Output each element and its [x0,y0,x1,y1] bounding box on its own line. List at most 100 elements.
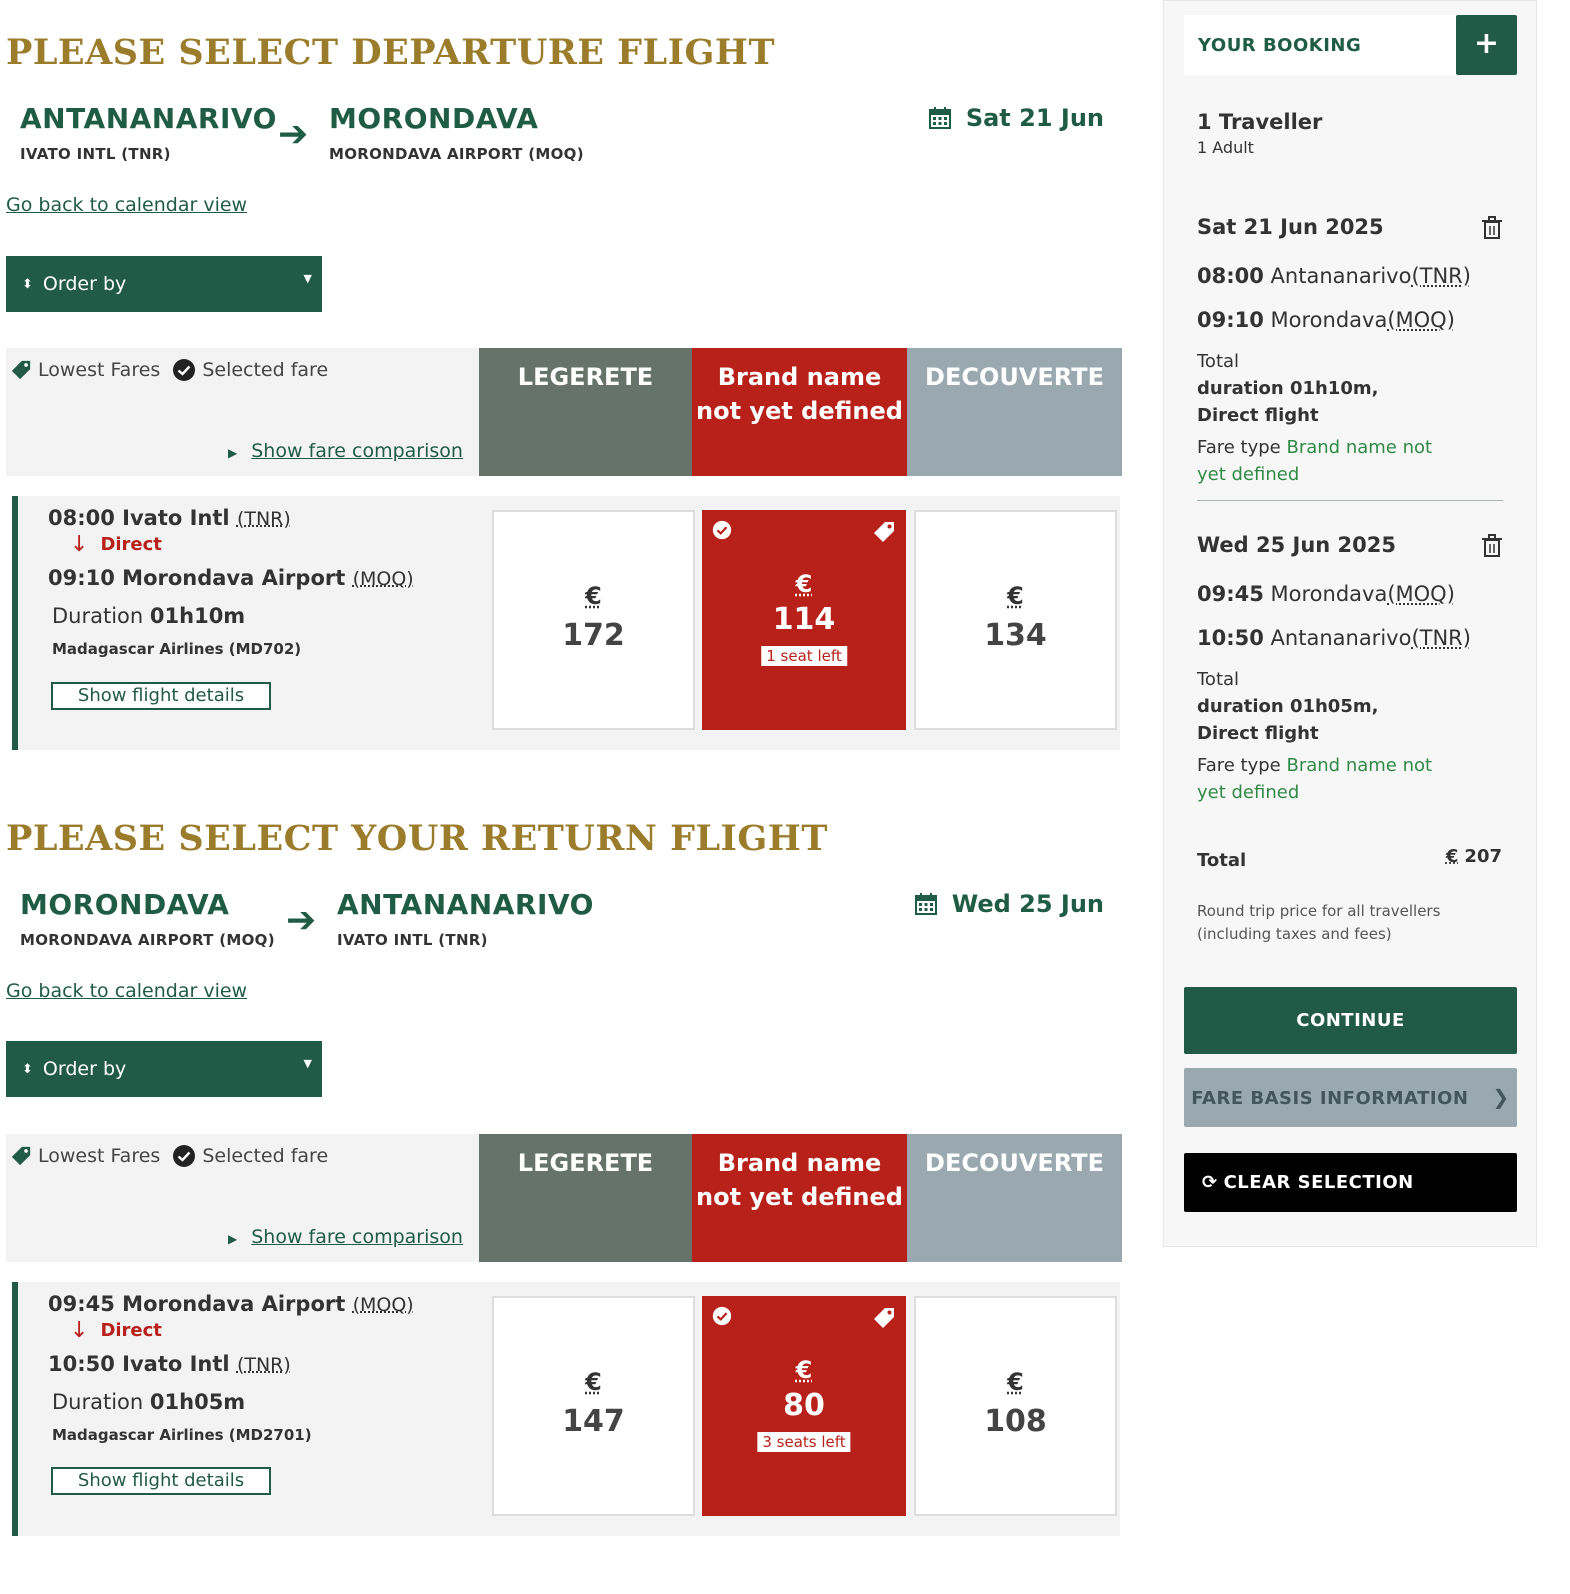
currency-symbol: € [1007,1368,1024,1396]
booking-sidebar: YOUR BOOKING + [1163,0,1537,1247]
fare-column-brand: Brand name not yet defined [692,348,907,476]
fare-header: Lowest Fares Selected fare ▶ Show fare co… [6,348,1122,476]
down-arrow-icon: ↓ [70,1318,89,1343]
time: 08:00 [1197,264,1264,288]
flight-duration: Duration 01h10m [52,604,245,628]
legend-lowest: Lowest Fares [38,1145,161,1167]
show-fare-comparison-link[interactable]: ▶ Show fare comparison [228,1226,463,1248]
departure-date: Sat 21 Jun [928,104,1104,132]
back-to-calendar-link[interactable]: Go back to calendar view [6,194,247,216]
departure-title: PLEASE SELECT DEPARTURE FLIGHT [6,32,776,73]
refresh-icon: ⟳ [1202,1172,1218,1193]
tag-icon [874,522,894,542]
dep-airport: Ivato Intl [122,506,230,530]
dep-airport: Morondava Airport [122,1292,346,1316]
sort-icon: ⬍ [22,276,33,292]
origin-airport: MORONDAVA AIRPORT (MOQ) [20,931,275,949]
return-title: PLEASE SELECT YOUR RETURN FLIGHT [6,818,828,859]
arr-code: (TNR) [236,1354,291,1376]
departure-origin: ANTANANARIVO IVATO INTL (TNR) [20,102,277,163]
show-flight-details-button[interactable]: Show flight details [51,682,271,710]
city: Morondava [1270,582,1388,606]
booking-header: YOUR BOOKING + [1184,15,1517,75]
tag-icon [11,360,31,380]
seats-left-badge: 1 seat left [761,646,847,666]
dest-city: MORONDAVA [329,102,539,135]
outbound-fare-type: Fare type Brand name not yet defined [1197,434,1457,488]
fare-basis-button[interactable]: FARE BASIS INFORMATION ❯ [1184,1068,1517,1127]
flight-row: 08:00 Ivato Intl (TNR) ↓ Direct 09:10 Mo… [12,496,1120,750]
dest-airport: MORONDAVA AIRPORT (MOQ) [329,145,584,163]
triangle-right-icon: ▶ [228,446,238,460]
flight-duration: Duration 01h05m [52,1390,245,1414]
dep-code: (TNR) [236,508,291,530]
calendar-icon [914,893,937,915]
dep-time: 09:45 [48,1292,115,1316]
legend-lowest: Lowest Fares [38,359,161,381]
fare-comparison-label: Show fare comparison [251,440,463,462]
fare-legend: Lowest Fares Selected fare [10,1144,328,1168]
inbound-duration: Total duration 01h05m, Direct flight [1197,666,1437,747]
fare-price-legerete[interactable]: € 147 [492,1296,695,1516]
trash-icon[interactable] [1481,216,1503,240]
arrow-right-icon: ➔ [278,114,309,155]
fare-type-label: Fare type [1197,755,1281,776]
price-amount: 108 [984,1404,1047,1439]
price-amount: 80 [783,1388,825,1423]
duration-text: duration 01h10m, Direct flight [1197,378,1379,426]
direct-indicator: ↓ Direct [70,532,162,557]
total-note: Round trip price for all travellers (inc… [1197,902,1441,943]
chevron-right-icon: ❯ [1492,1085,1510,1109]
direct-indicator: ↓ Direct [70,1318,162,1343]
origin-city: ANTANANARIVO [20,102,277,135]
down-arrow-icon: ↓ [70,532,89,557]
departure-line: 08:00 Ivato Intl (TNR) [48,506,291,530]
legend-selected: Selected fare [202,359,329,381]
city: Morondava [1270,308,1388,332]
order-by-dropdown[interactable]: ⬍ Order by ▼ [6,1041,322,1097]
fare-price-brand[interactable]: € 114 1 seat left [702,510,906,730]
code: (TNR) [1411,264,1471,288]
airline: Madagascar Airlines (MD2701) [52,1426,312,1444]
check-circle-icon [712,520,732,540]
check-circle-icon [173,1145,196,1167]
arr-time: 09:10 [48,566,115,590]
fare-price-decouverte[interactable]: € 134 [914,510,1117,730]
fare-price-legerete[interactable]: € 172 [492,510,695,730]
fare-legend: Lowest Fares Selected fare [10,358,328,382]
duration-label: Duration [52,604,144,628]
total-label: Total [1197,850,1247,871]
clear-selection-button[interactable]: ⟳ CLEAR SELECTION [1184,1153,1517,1212]
dest-airport: IVATO INTL (TNR) [337,931,488,949]
inbound-departure: 09:45 Morondava(MOQ) [1197,582,1455,606]
fare-type-label: Fare type [1197,437,1281,458]
arr-airport: Ivato Intl [122,1352,230,1376]
clear-label: CLEAR SELECTION [1223,1172,1414,1193]
trash-icon[interactable] [1481,534,1503,558]
order-by-dropdown[interactable]: ⬍ Order by ▼ [6,256,322,312]
currency-symbol: € [795,570,813,598]
show-flight-details-button[interactable]: Show flight details [51,1467,271,1495]
dep-time: 08:00 [48,506,115,530]
fare-column-decouverte: DECOUVERTE [907,348,1122,476]
origin-airport: IVATO INTL (TNR) [20,145,171,163]
arr-code: (MOQ) [352,568,414,590]
currency-symbol: € [1445,846,1459,867]
fare-price-brand[interactable]: € 80 3 seats left [702,1296,906,1516]
outbound-arrival: 09:10 Morondava(MOQ) [1197,308,1455,332]
outbound-duration: Total duration 01h10m, Direct flight [1197,348,1437,429]
inbound-date: Wed 25 Jun 2025 [1197,533,1397,557]
direct-label: Direct [100,534,162,555]
sort-icon: ⬍ [22,1061,33,1077]
back-to-calendar-link[interactable]: Go back to calendar view [6,980,247,1002]
date-label: Sat 21 Jun [965,104,1104,132]
dest-city: ANTANANARIVO [337,888,594,921]
price-amount: 114 [772,602,836,637]
continue-button[interactable]: CONTINUE [1184,987,1517,1054]
total-value: 207 [1464,846,1502,867]
fare-header: Lowest Fares Selected fare ▶ Show fare co… [6,1134,1122,1262]
code: (MOQ) [1387,582,1455,606]
fare-price-decouverte[interactable]: € 108 [914,1296,1117,1516]
plus-icon[interactable]: + [1456,15,1517,75]
show-fare-comparison-link[interactable]: ▶ Show fare comparison [228,440,463,462]
